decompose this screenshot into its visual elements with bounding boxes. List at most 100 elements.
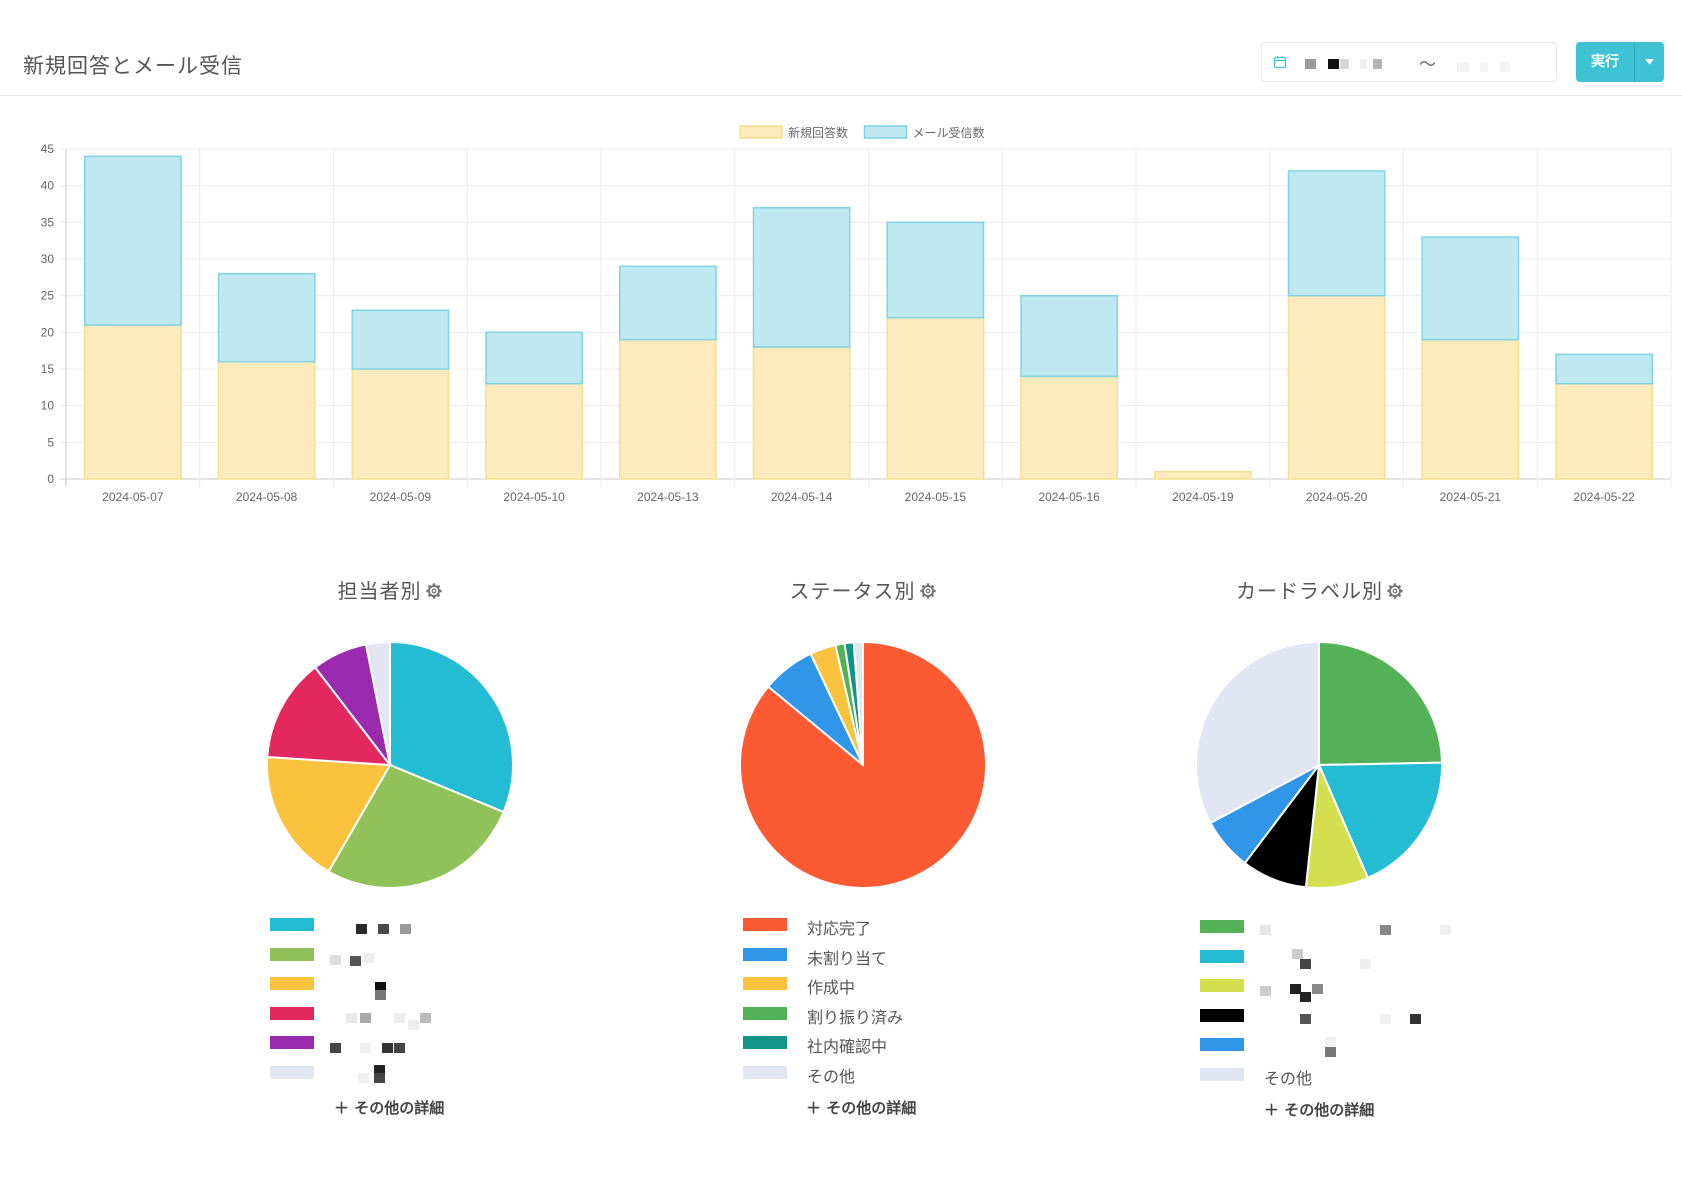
y-tick-label: 30 — [41, 252, 55, 266]
redacted-legend-label — [1260, 976, 1430, 1002]
gear-icon[interactable] — [425, 582, 443, 600]
legend-label: 対応完了 — [807, 919, 872, 938]
status-pie-title-text: ステータス別 — [789, 579, 916, 603]
legend-item[interactable] — [270, 945, 490, 966]
bar-segment — [618, 265, 717, 341]
bar-segment — [217, 360, 316, 480]
legend-swatch — [270, 947, 314, 961]
redacted-legend-label — [330, 1063, 500, 1083]
legend-item[interactable] — [1200, 976, 1420, 1002]
calendar-icon — [1273, 56, 1287, 69]
redacted-legend-label — [330, 1033, 500, 1053]
legend-item[interactable]: 未割り当て — [743, 945, 963, 968]
legend-swatch — [743, 1065, 787, 1079]
run-button-group: 実行 — [1576, 42, 1664, 82]
status-more-details-link[interactable]: ＋ その他の詳細 — [806, 1097, 916, 1118]
status-pie-chart — [739, 640, 987, 889]
assignee-pie-title: 担当者別 — [180, 575, 600, 604]
y-tick-label: 0 — [47, 472, 54, 486]
bar-segment — [1020, 294, 1119, 378]
legend-item[interactable] — [1200, 1006, 1421, 1026]
legend-label: 割り振り済み — [807, 1007, 904, 1027]
legend-item[interactable] — [270, 1004, 490, 1030]
bar-segment — [752, 346, 851, 480]
legend-item[interactable] — [270, 915, 490, 935]
legend-swatch — [1200, 979, 1244, 992]
legend-item[interactable]: その他 — [743, 1063, 963, 1086]
stacked-bar-chart: 0 5 10 15 20 25 30 35 40 45 2024-05-07 2024-05-08 20… — [41, 125, 1672, 504]
legend-item[interactable]: 社内確認中 — [743, 1033, 963, 1056]
y-tick-label: 35 — [41, 215, 55, 229]
legend-item[interactable] — [1200, 947, 1420, 969]
bar-segment — [217, 272, 316, 363]
legend-swatch — [743, 918, 787, 931]
legend-item[interactable]: 割り振り済み — [743, 1004, 963, 1027]
legend-label: 社内確認中 — [807, 1037, 888, 1056]
bar-segment — [1287, 170, 1386, 297]
card-label-pie-title-text: カードラベル別 — [1236, 579, 1383, 603]
y-tick-label: 15 — [41, 362, 55, 376]
bar-segment — [83, 324, 182, 480]
x-tick-label: 2024-05-22 — [1573, 490, 1635, 504]
page-title: 新規回答とメール受信 — [23, 54, 243, 78]
legend-label: 未割り当て — [807, 948, 888, 968]
legend-swatch — [270, 1036, 314, 1049]
date-range-separator: 〜 — [1419, 55, 1436, 75]
legend-item[interactable]: 対応完了 — [743, 915, 963, 938]
bar-segment — [83, 155, 182, 326]
y-tick-label: 25 — [41, 289, 55, 303]
x-tick-label: 2024-05-14 — [771, 490, 833, 504]
bar-segment — [1020, 375, 1119, 480]
legend-item[interactable] — [270, 1063, 490, 1083]
x-tick-label: 2024-05-21 — [1440, 490, 1502, 504]
bar-segment — [351, 368, 450, 480]
x-tick-label: 2024-05-08 — [236, 490, 298, 504]
legend-item[interactable] — [1200, 917, 1451, 937]
card-label-more-details-link[interactable]: ＋ その他の詳細 — [1264, 1099, 1374, 1120]
redacted-legend-label — [330, 945, 500, 966]
bar-segment — [1421, 338, 1520, 480]
bar-segment — [1555, 382, 1654, 480]
run-button[interactable]: 実行 — [1576, 42, 1634, 82]
run-options-dropdown[interactable] — [1635, 42, 1664, 82]
legend-swatch — [1200, 949, 1244, 963]
bar-segment — [485, 382, 584, 480]
redacted-legend-label — [330, 915, 500, 935]
legend-swatch — [743, 1006, 787, 1020]
date-range-picker[interactable]: 〜 — [1261, 42, 1557, 82]
legend-item[interactable] — [270, 974, 490, 1000]
redacted-legend-label — [1260, 917, 1451, 937]
legend-item[interactable]: その他 — [1200, 1065, 1420, 1088]
legend-item[interactable] — [1200, 1035, 1420, 1057]
legend-label: その他 — [807, 1066, 856, 1086]
legend-swatch — [270, 1065, 314, 1079]
legend-item[interactable] — [270, 1033, 490, 1053]
pie-slice — [1318, 640, 1443, 767]
card-label-pie-chart — [1195, 640, 1443, 889]
redacted-legend-label — [1260, 1035, 1430, 1057]
gear-icon[interactable] — [1386, 582, 1404, 600]
x-tick-label: 2024-05-20 — [1306, 490, 1368, 504]
legend-swatch — [270, 918, 314, 931]
y-tick-label: 20 — [41, 325, 55, 339]
legend-swatch — [270, 1006, 314, 1020]
bar-segment — [1555, 353, 1654, 385]
legend-swatch — [743, 947, 787, 961]
status-pie-title: ステータス別 — [653, 575, 1073, 604]
legend-swatch — [743, 977, 787, 990]
legend-label: 作成中 — [807, 978, 856, 997]
legend-swatch — [1200, 920, 1244, 933]
bar-segment — [1421, 236, 1520, 341]
bar-segment — [886, 316, 985, 480]
y-tick-label: 10 — [41, 399, 55, 413]
redacted-legend-label — [1260, 1006, 1430, 1026]
assignee-more-details-link[interactable]: ＋ その他の詳細 — [334, 1097, 444, 1118]
y-tick-label: 40 — [41, 179, 55, 193]
legend-swatch — [1200, 1008, 1244, 1022]
bar-segment — [1153, 470, 1252, 480]
gear-icon[interactable] — [919, 582, 937, 600]
assignee-pie-chart — [266, 640, 514, 889]
legend-item[interactable]: 作成中 — [743, 974, 963, 997]
x-tick-label: 2024-05-13 — [637, 490, 699, 504]
y-tick-label: 5 — [47, 435, 54, 449]
